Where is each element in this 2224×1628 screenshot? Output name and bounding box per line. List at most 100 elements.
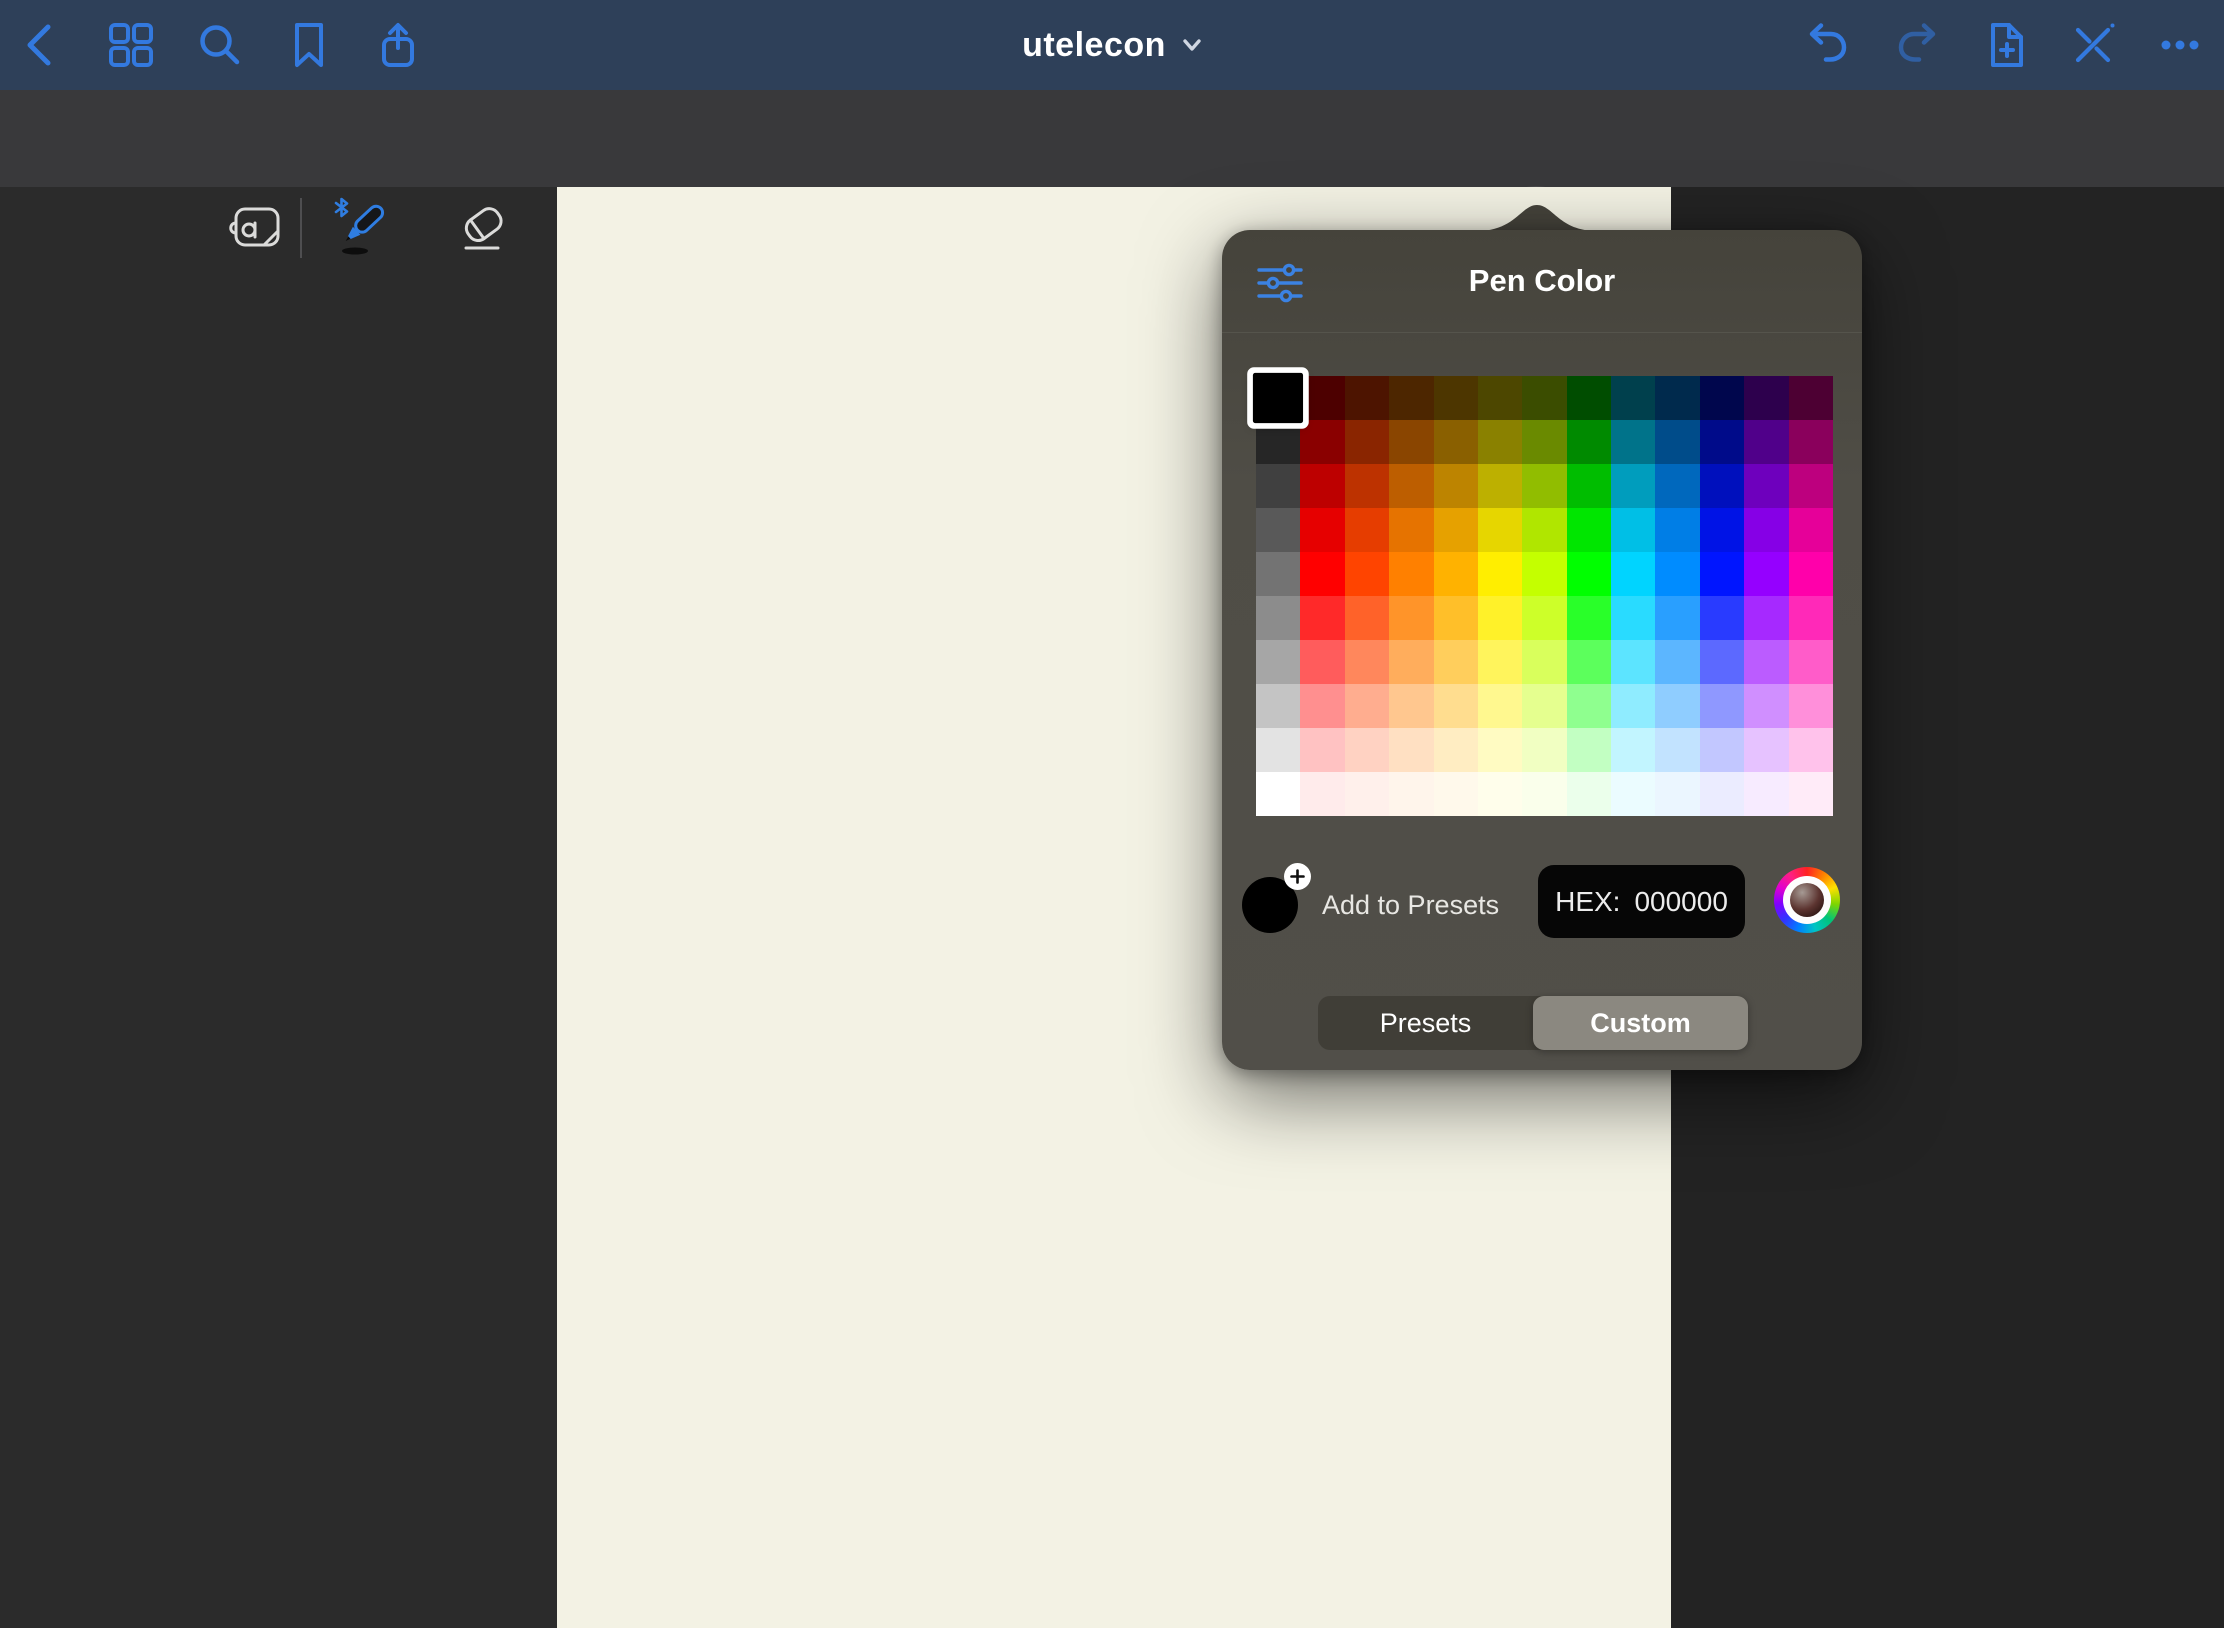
add-preset-plus-badge[interactable] <box>1284 863 1311 890</box>
color-cell[interactable] <box>1789 772 1833 816</box>
eraser-tool-button[interactable] <box>452 195 516 259</box>
color-cell[interactable] <box>1655 376 1699 420</box>
color-cell[interactable] <box>1345 508 1389 552</box>
color-wheel-button[interactable] <box>1774 867 1840 933</box>
color-cell[interactable] <box>1478 464 1522 508</box>
color-cell[interactable] <box>1700 376 1744 420</box>
color-cell[interactable] <box>1300 596 1344 640</box>
color-cell[interactable] <box>1256 552 1300 596</box>
color-cell[interactable] <box>1611 376 1655 420</box>
color-cell[interactable] <box>1434 376 1478 420</box>
color-cell[interactable] <box>1611 772 1655 816</box>
color-cell[interactable] <box>1434 552 1478 596</box>
color-cell[interactable] <box>1700 552 1744 596</box>
color-cell[interactable] <box>1567 420 1611 464</box>
color-cell[interactable] <box>1744 464 1788 508</box>
color-cell[interactable] <box>1655 728 1699 772</box>
color-cell[interactable] <box>1655 508 1699 552</box>
color-cell[interactable] <box>1522 684 1566 728</box>
color-cell[interactable] <box>1522 596 1566 640</box>
color-cell[interactable] <box>1655 464 1699 508</box>
color-cell[interactable] <box>1789 640 1833 684</box>
color-cell[interactable] <box>1789 508 1833 552</box>
redo-button[interactable] <box>1889 17 1945 73</box>
color-cell[interactable] <box>1744 640 1788 684</box>
color-cell[interactable] <box>1567 728 1611 772</box>
color-cell[interactable] <box>1789 420 1833 464</box>
color-cell[interactable] <box>1700 508 1744 552</box>
color-cell[interactable] <box>1345 596 1389 640</box>
color-cell[interactable] <box>1478 772 1522 816</box>
color-cell[interactable] <box>1700 684 1744 728</box>
color-cell[interactable] <box>1300 508 1344 552</box>
hex-input[interactable]: HEX: 000000 <box>1538 865 1745 938</box>
color-cell[interactable] <box>1655 684 1699 728</box>
color-cell[interactable] <box>1611 508 1655 552</box>
color-cell[interactable] <box>1389 464 1433 508</box>
color-cell[interactable] <box>1300 684 1344 728</box>
color-cell[interactable] <box>1256 596 1300 640</box>
color-cell[interactable] <box>1434 464 1478 508</box>
color-cell[interactable] <box>1478 640 1522 684</box>
more-button[interactable] <box>2152 17 2208 73</box>
color-cell[interactable] <box>1789 684 1833 728</box>
read-only-mode-button[interactable] <box>224 195 288 259</box>
color-cell[interactable] <box>1700 420 1744 464</box>
color-cell[interactable] <box>1700 728 1744 772</box>
color-cell[interactable] <box>1744 552 1788 596</box>
color-cell[interactable] <box>1744 772 1788 816</box>
color-cell[interactable] <box>1389 420 1433 464</box>
tab-presets[interactable]: Presets <box>1318 996 1533 1050</box>
add-to-presets-button[interactable]: Add to Presets <box>1322 877 1499 933</box>
color-cell[interactable] <box>1522 640 1566 684</box>
color-cell[interactable] <box>1522 508 1566 552</box>
color-cell[interactable] <box>1789 596 1833 640</box>
color-cell[interactable] <box>1434 420 1478 464</box>
color-cell[interactable] <box>1700 596 1744 640</box>
color-cell[interactable] <box>1522 464 1566 508</box>
color-cell[interactable] <box>1345 552 1389 596</box>
editing-toggle-button[interactable] <box>2065 17 2121 73</box>
color-cell[interactable] <box>1300 420 1344 464</box>
color-cell[interactable] <box>1744 376 1788 420</box>
color-cell[interactable] <box>1522 420 1566 464</box>
color-cell[interactable] <box>1434 640 1478 684</box>
color-cell[interactable] <box>1789 552 1833 596</box>
color-cell[interactable] <box>1256 684 1300 728</box>
color-cell[interactable] <box>1478 376 1522 420</box>
color-cell[interactable] <box>1700 640 1744 684</box>
color-cell[interactable] <box>1567 552 1611 596</box>
color-cell[interactable] <box>1389 376 1433 420</box>
color-cell[interactable] <box>1345 376 1389 420</box>
color-cell[interactable] <box>1655 596 1699 640</box>
color-cell[interactable] <box>1434 772 1478 816</box>
color-cell[interactable] <box>1345 420 1389 464</box>
color-cell[interactable] <box>1655 552 1699 596</box>
color-cell[interactable] <box>1300 376 1344 420</box>
color-cell[interactable] <box>1345 640 1389 684</box>
color-cell[interactable] <box>1253 373 1304 423</box>
color-cell[interactable] <box>1611 464 1655 508</box>
color-cell[interactable] <box>1522 772 1566 816</box>
color-cell[interactable] <box>1522 552 1566 596</box>
color-cell[interactable] <box>1700 464 1744 508</box>
color-cell[interactable] <box>1256 772 1300 816</box>
color-cell[interactable] <box>1567 508 1611 552</box>
color-cell[interactable] <box>1389 684 1433 728</box>
color-cell[interactable] <box>1256 640 1300 684</box>
color-cell[interactable] <box>1300 464 1344 508</box>
color-cell[interactable] <box>1434 684 1478 728</box>
color-cell[interactable] <box>1478 596 1522 640</box>
color-cell[interactable] <box>1478 728 1522 772</box>
color-cell[interactable] <box>1567 376 1611 420</box>
undo-button[interactable] <box>1800 17 1856 73</box>
color-cell[interactable] <box>1256 464 1300 508</box>
color-cell[interactable] <box>1611 640 1655 684</box>
color-cell[interactable] <box>1744 508 1788 552</box>
color-cell[interactable] <box>1300 728 1344 772</box>
color-cell[interactable] <box>1389 508 1433 552</box>
color-cell[interactable] <box>1434 728 1478 772</box>
color-cell[interactable] <box>1345 464 1389 508</box>
color-cell[interactable] <box>1655 772 1699 816</box>
color-cell[interactable] <box>1389 640 1433 684</box>
